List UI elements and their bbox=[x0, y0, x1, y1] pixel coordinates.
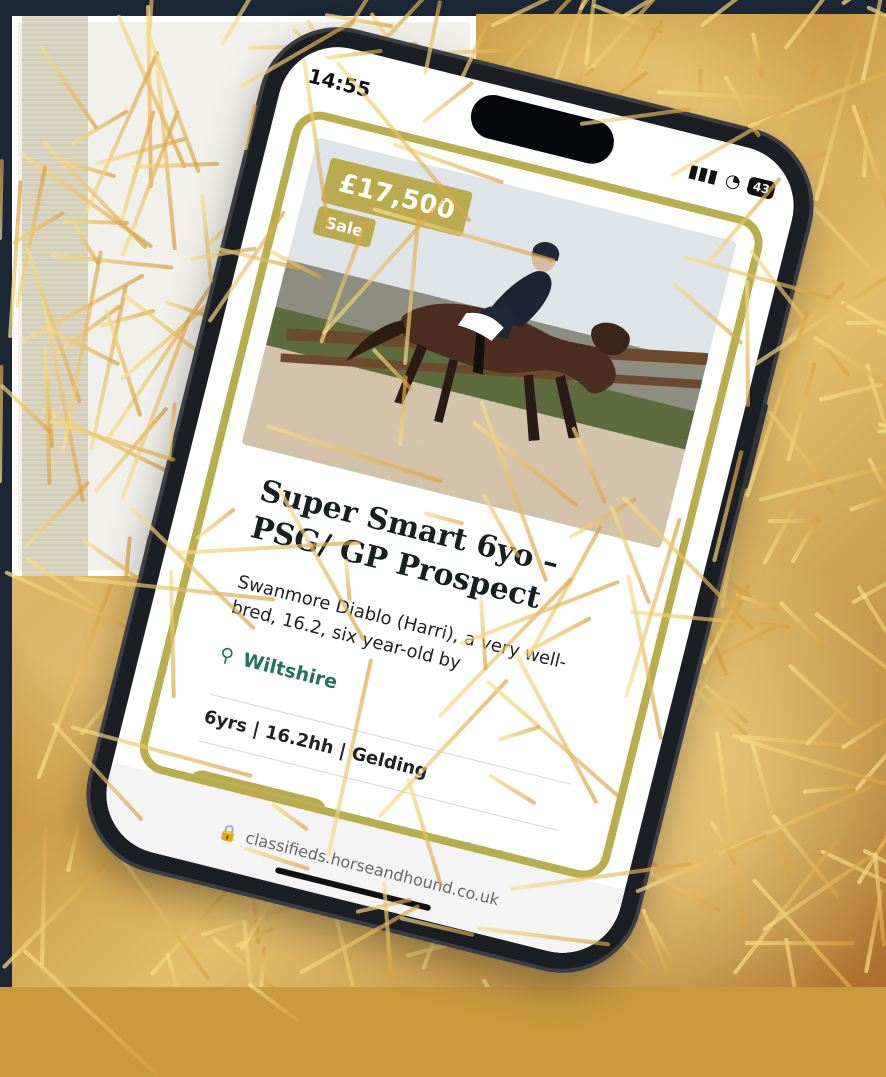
top-frame-left bbox=[0, 0, 476, 16]
status-time: 14:55 bbox=[305, 63, 374, 103]
signal-icon: ▮▮▮ bbox=[686, 159, 721, 188]
status-icons: ▮▮▮ ◔ 43 bbox=[686, 160, 777, 202]
location-text: Wiltshire bbox=[240, 649, 340, 694]
pin-icon: ⚲ bbox=[217, 643, 237, 668]
lock-icon: 🔒 bbox=[216, 821, 241, 845]
location-row: ⚲ Wiltshire bbox=[217, 643, 339, 694]
left-frame bbox=[0, 0, 12, 987]
battery-icon: 43 bbox=[746, 176, 777, 201]
wifi-icon: ◔ bbox=[722, 168, 744, 194]
straw-strand bbox=[248, 982, 301, 1023]
top-frame-right bbox=[476, 0, 886, 14]
